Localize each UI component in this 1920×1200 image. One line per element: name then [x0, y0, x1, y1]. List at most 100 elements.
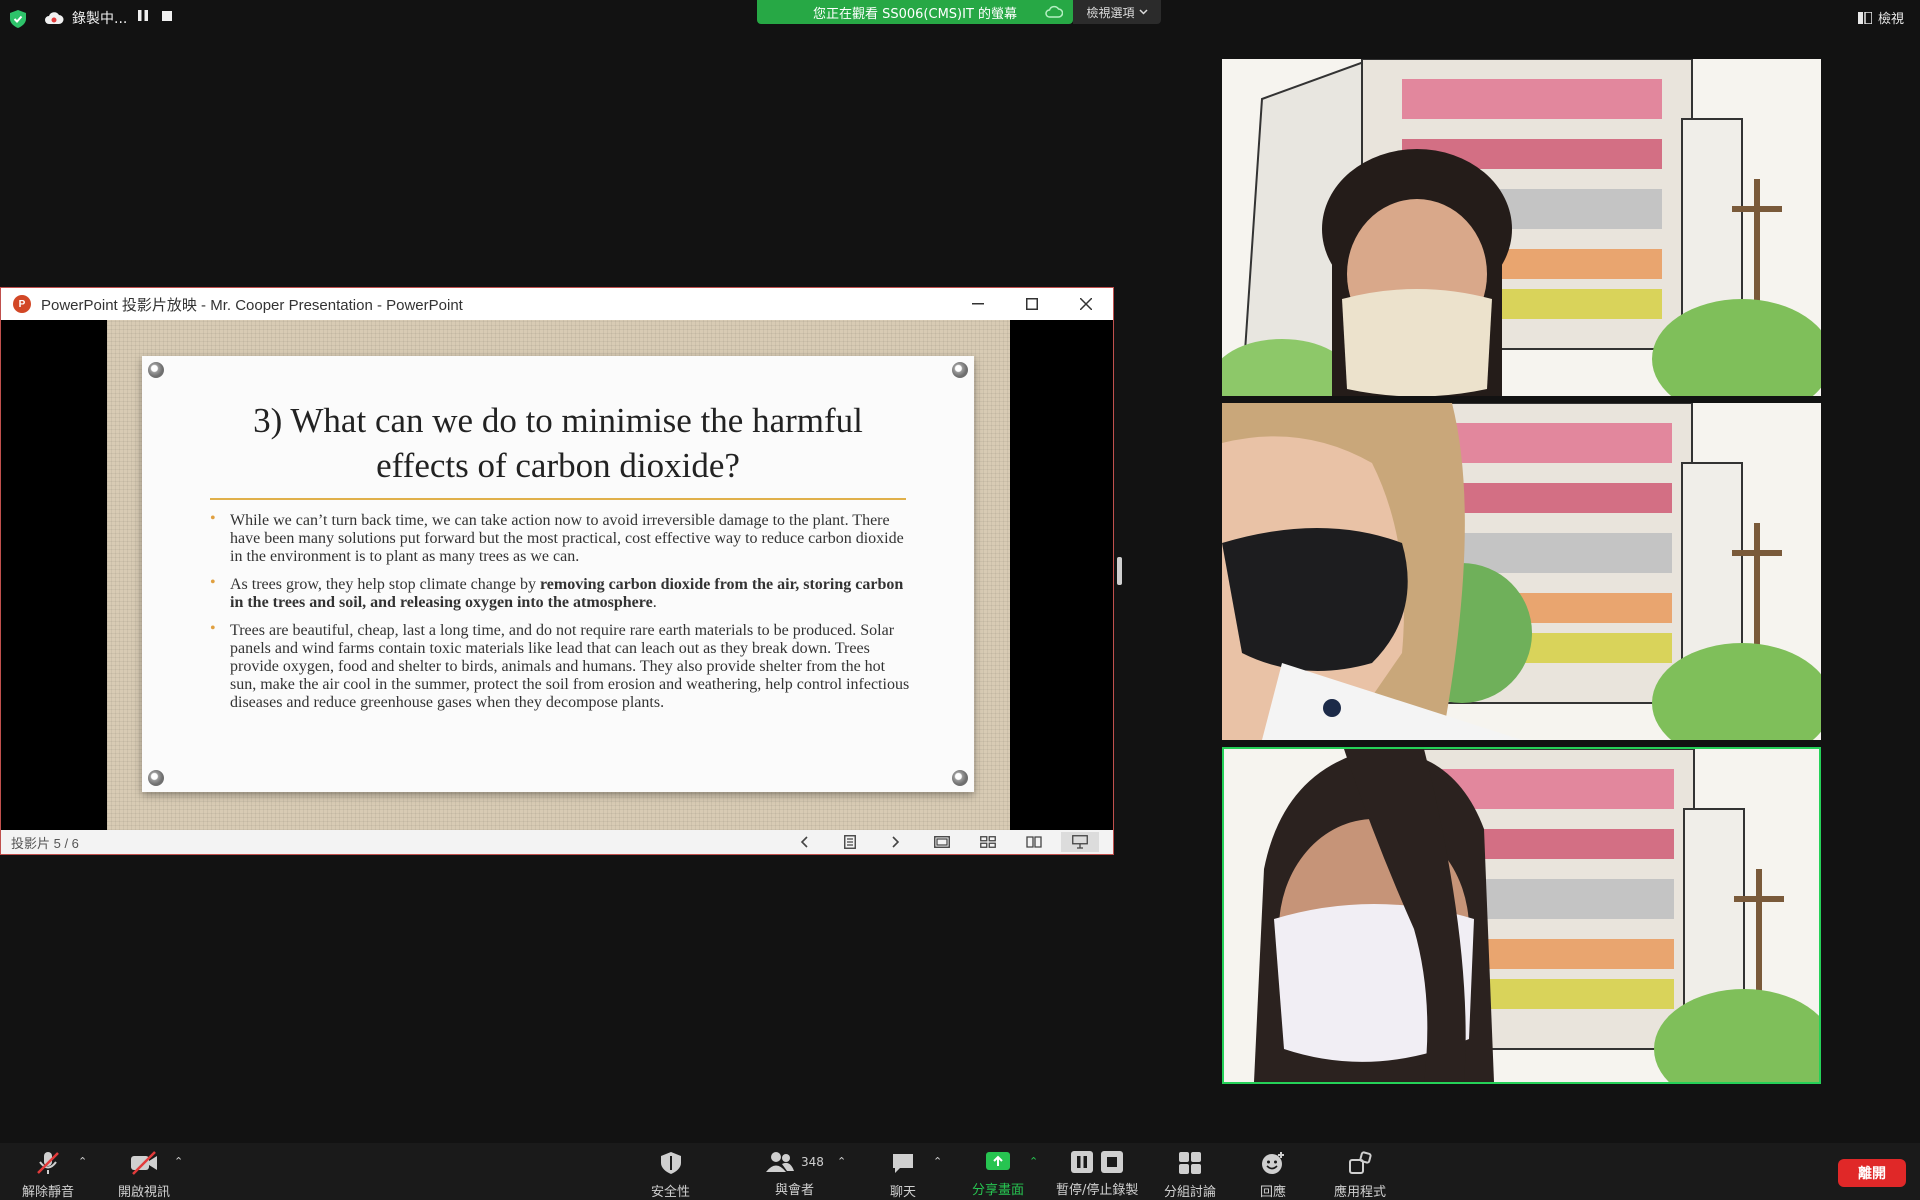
slide-paper: 3) What can we do to minimise the harmfu… [142, 356, 974, 792]
stop-icon [1101, 1151, 1124, 1173]
reactions-label: 回應 [1260, 1185, 1287, 1200]
reading-view-button[interactable] [1015, 832, 1053, 852]
slide-background: 3) What can we do to minimise the harmfu… [107, 320, 1010, 830]
slide-bullet: While we can’t turn back time, we can ta… [210, 510, 910, 566]
banner-text: 您正在觀看 SS006(CMS)IT 的螢幕 [812, 6, 1018, 22]
unmute-label: 解除靜音 [22, 1185, 75, 1200]
reactions-button[interactable]: 回應 [1260, 1151, 1286, 1200]
participants-options-caret-icon[interactable]: ⌃ [837, 1155, 846, 1168]
participant-video-image [1222, 403, 1821, 740]
slide-bullet: Trees are beautiful, cheap, last a long … [210, 620, 910, 712]
book-icon [1026, 836, 1042, 848]
share-screen-label: 分享畫面 [972, 1183, 1025, 1198]
recording-indicator[interactable]: 錄製中... [44, 6, 127, 30]
pin-icon [952, 770, 968, 786]
chevron-right-icon [892, 836, 900, 848]
slide-area[interactable]: 3) What can we do to minimise the harmfu… [1, 320, 1113, 830]
pin-icon [148, 362, 164, 378]
chat-label: 聊天 [890, 1185, 917, 1200]
chevron-left-icon [800, 836, 808, 848]
audio-options-caret-icon[interactable]: ⌃ [78, 1155, 87, 1168]
powerpoint-window: P PowerPoint 投影片放映 - Mr. Cooper Presenta… [0, 287, 1114, 855]
bullet-text: As trees grow, they help stop climate ch… [230, 576, 540, 593]
pause-recording-icon[interactable] [138, 10, 148, 21]
panel-resize-handle[interactable] [1117, 557, 1122, 585]
recording-label: 錄製中... [72, 11, 128, 27]
breakout-rooms-button[interactable]: 分組討論 [1164, 1151, 1216, 1200]
pin-icon [148, 770, 164, 786]
breakout-rooms-icon [1179, 1152, 1201, 1174]
participants-label: 與會者 [774, 1183, 814, 1198]
video-options-caret-icon[interactable]: ⌃ [174, 1155, 183, 1168]
previous-slide-button[interactable] [785, 832, 823, 852]
slide-divider [210, 498, 906, 500]
stop-recording-icon[interactable] [162, 10, 172, 21]
participants-count: 348 [801, 1155, 824, 1169]
emoji-plus-icon [1262, 1152, 1284, 1174]
presenter-icon [1072, 835, 1088, 849]
window-title: PowerPoint 投影片放映 - Mr. Cooper Presentati… [41, 296, 463, 314]
maximize-button[interactable] [1005, 288, 1059, 320]
participants-icon [766, 1152, 794, 1172]
notes-icon [844, 835, 856, 849]
slide-counter: 投影片 5 / 6 [11, 835, 79, 851]
minimize-icon [972, 303, 984, 305]
apps-button[interactable]: 應用程式 [1334, 1151, 1386, 1200]
share-options-caret-icon[interactable]: ⌃ [1029, 1155, 1038, 1168]
participant-video-tile[interactable] [1222, 59, 1821, 396]
next-slide-button[interactable] [877, 832, 915, 852]
cloud-record-icon [45, 12, 64, 24]
unmute-button[interactable]: 解除靜音 [22, 1151, 74, 1200]
breakout-rooms-label: 分組討論 [1164, 1185, 1217, 1200]
normal-view-button[interactable] [923, 832, 961, 852]
participant-video-image [1222, 59, 1821, 396]
view-label: 檢視 [1877, 12, 1904, 27]
view-button[interactable]: 檢視 [1857, 8, 1904, 27]
screen-share-banner: 您正在觀看 SS006(CMS)IT 的螢幕 [757, 0, 1073, 24]
share-screen-button[interactable]: 分享畫面 [972, 1151, 1024, 1198]
powerpoint-title-bar[interactable]: P PowerPoint 投影片放映 - Mr. Cooper Presenta… [1, 288, 1113, 320]
grid-icon [980, 836, 996, 848]
notes-button[interactable] [831, 832, 869, 852]
pin-icon [952, 362, 968, 378]
apps-label: 應用程式 [1334, 1185, 1387, 1200]
slide-bullet: As trees grow, they help stop climate ch… [210, 574, 910, 612]
security-shield-icon[interactable] [10, 10, 26, 28]
slide-title-line: effects of carbon dioxide? [376, 446, 740, 485]
muted-microphone-icon [37, 1152, 59, 1174]
slideshow-status-bar: 投影片 5 / 6 [1, 830, 1113, 854]
slideshow-button[interactable] [1061, 832, 1099, 852]
slide-sorter-button[interactable] [969, 832, 1007, 852]
chat-bubble-icon [893, 1154, 913, 1173]
normal-view-icon [934, 836, 950, 848]
slide-bullets: While we can’t turn back time, we can ta… [210, 510, 910, 722]
maximize-icon [1026, 298, 1038, 310]
layout-view-icon [1857, 11, 1872, 24]
close-button[interactable] [1059, 288, 1113, 320]
apps-icon [1349, 1151, 1372, 1174]
shield-icon [660, 1152, 681, 1174]
chevron-down-icon [1138, 9, 1148, 15]
security-button[interactable]: 安全性 [651, 1151, 690, 1200]
chat-button[interactable]: 聊天 [890, 1151, 916, 1200]
video-off-icon [131, 1151, 157, 1175]
slide-title: 3) What can we do to minimise the harmfu… [182, 398, 934, 488]
active-speaker-video-tile[interactable] [1222, 747, 1821, 1084]
participant-video-tile[interactable] [1222, 403, 1821, 740]
start-video-label: 開啟視訊 [118, 1185, 171, 1200]
pause-icon [1071, 1151, 1094, 1173]
view-options-label: 檢視選項 [1086, 5, 1135, 20]
bullet-text: . [652, 594, 657, 611]
share-screen-icon [986, 1152, 1010, 1170]
start-video-button[interactable]: 開啟視訊 [118, 1151, 170, 1200]
pause-stop-recording-button[interactable]: 暫停/停止錄製 [1056, 1151, 1138, 1198]
cloud-icon [1045, 5, 1063, 18]
close-icon [1080, 298, 1092, 310]
minimize-button[interactable] [951, 288, 1005, 320]
view-options-dropdown[interactable]: 檢視選項 [1073, 0, 1161, 24]
participants-button[interactable]: 348 與會者 [765, 1151, 824, 1198]
powerpoint-logo-icon: P [13, 295, 31, 313]
leave-meeting-button[interactable]: 離開 [1838, 1159, 1906, 1187]
chat-options-caret-icon[interactable]: ⌃ [933, 1155, 942, 1168]
pause-stop-recording-label: 暫停/停止錄製 [1056, 1183, 1139, 1198]
